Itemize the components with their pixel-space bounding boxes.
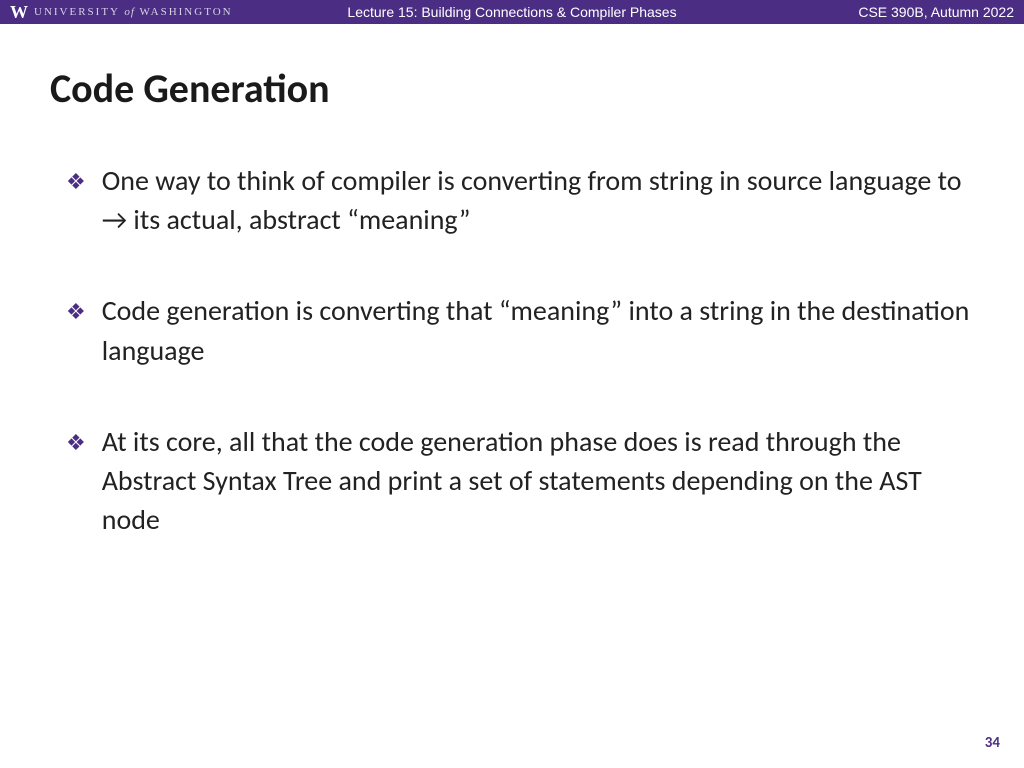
slide-title: Code Generation (50, 64, 974, 113)
bullet-list: ❖ One way to think of compiler is conver… (50, 161, 974, 539)
list-item: ❖ Code generation is converting that “me… (66, 291, 974, 369)
university-of: of (124, 6, 135, 18)
diamond-bullet-icon: ❖ (66, 297, 86, 328)
university-prefix: UNIVERSITY (34, 6, 120, 18)
university-name: UNIVERSITY of WASHINGTON (34, 6, 233, 18)
lecture-title: Lecture 15: Building Connections & Compi… (347, 4, 676, 20)
page-number: 34 (985, 734, 1000, 752)
bullet-text: At its core, all that the code generatio… (102, 422, 974, 540)
university-suffix: WASHINGTON (139, 6, 232, 18)
list-item: ❖ At its core, all that the code generat… (66, 422, 974, 540)
course-info: CSE 390B, Autumn 2022 (858, 4, 1014, 20)
bullet-text: One way to think of compiler is converti… (102, 161, 974, 239)
diamond-bullet-icon: ❖ (66, 167, 86, 198)
uw-logo-icon: W (10, 3, 28, 21)
diamond-bullet-icon: ❖ (66, 428, 86, 459)
list-item: ❖ One way to think of compiler is conver… (66, 161, 974, 239)
slide-content: Code Generation ❖ One way to think of co… (0, 24, 1024, 539)
bullet-text: Code generation is converting that “mean… (102, 291, 974, 369)
header-left: W UNIVERSITY of WASHINGTON (10, 3, 233, 21)
header-bar: W UNIVERSITY of WASHINGTON Lecture 15: B… (0, 0, 1024, 24)
